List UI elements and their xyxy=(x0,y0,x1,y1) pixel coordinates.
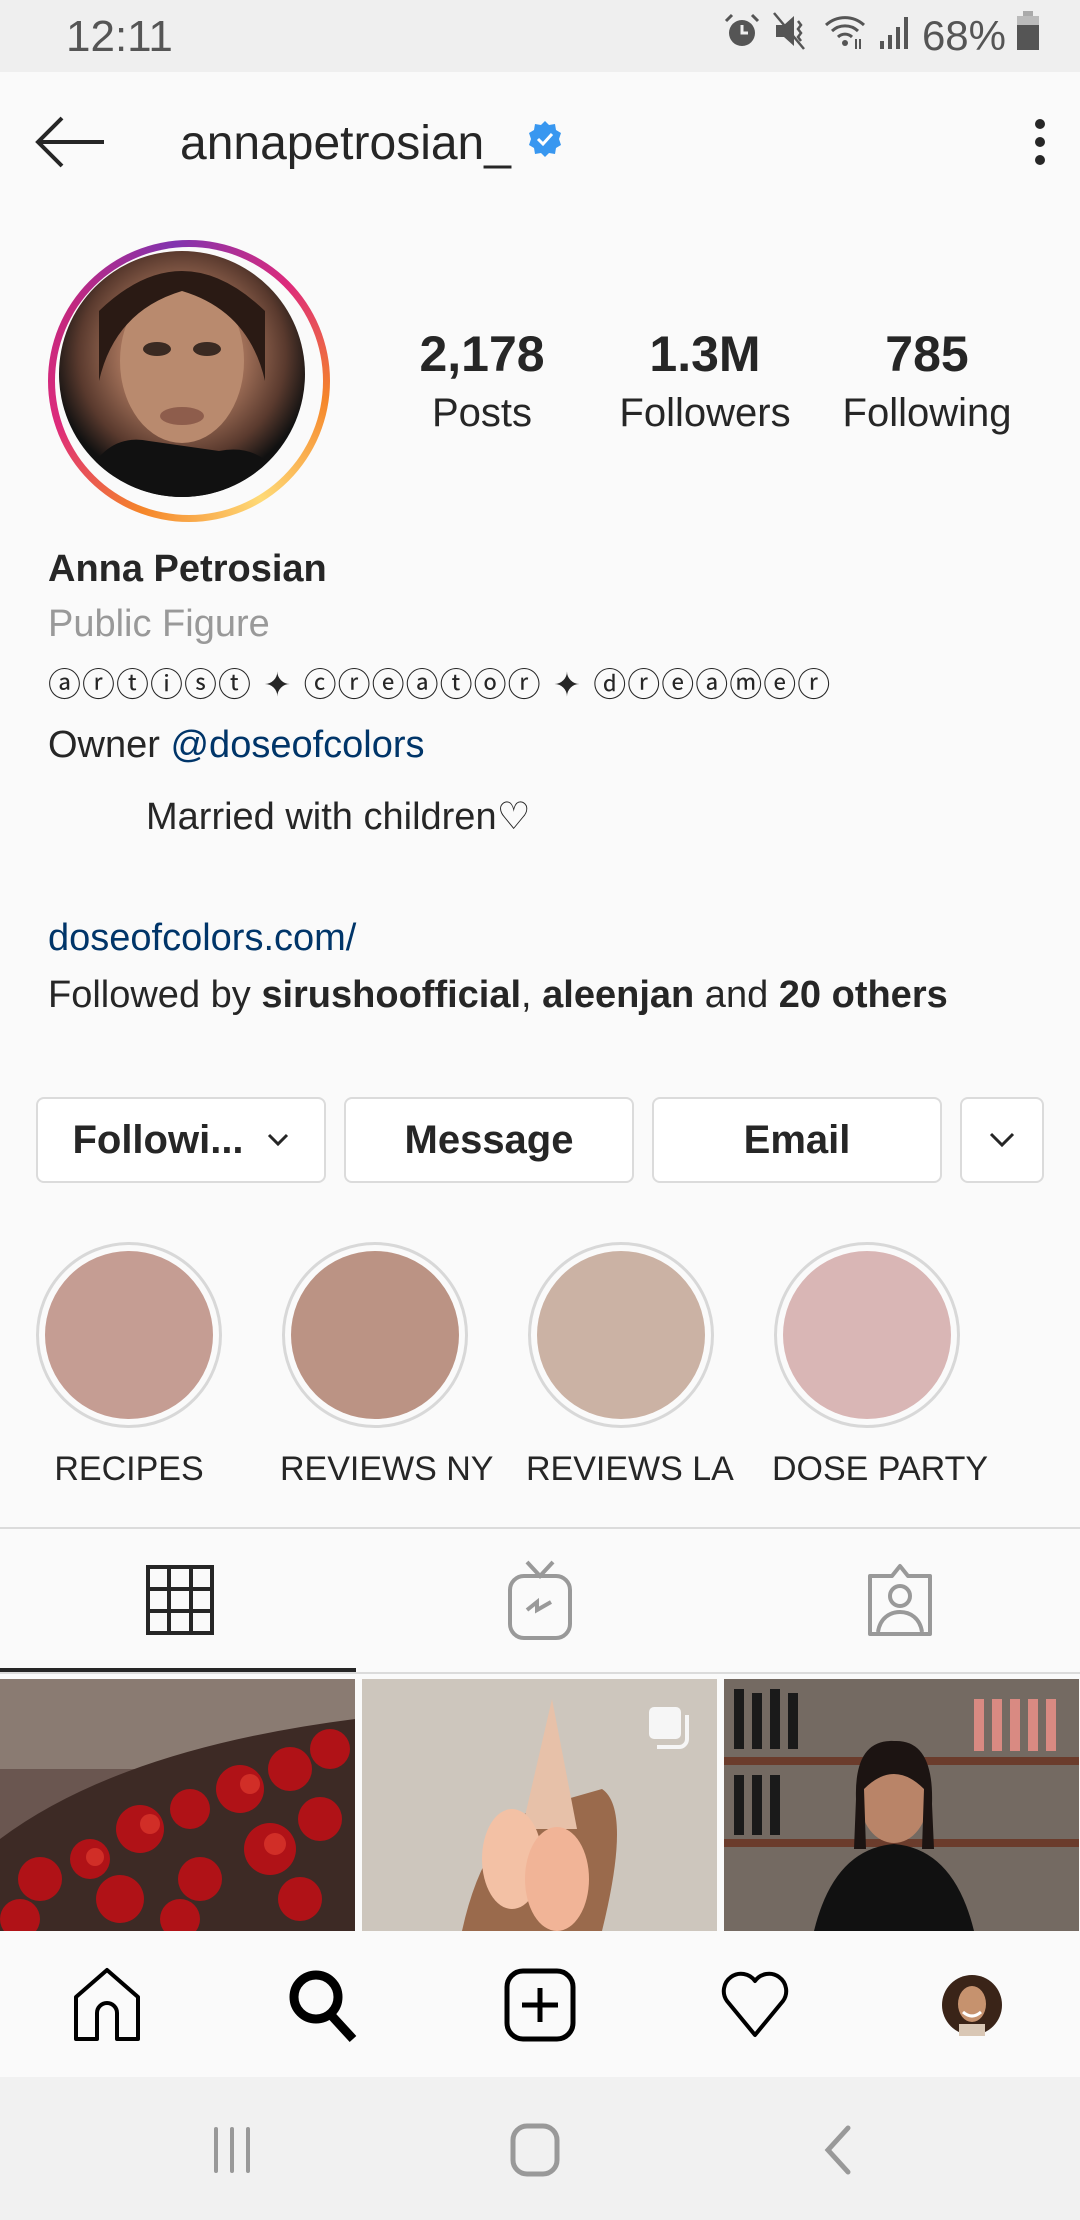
nav-search[interactable] xyxy=(283,1965,363,2045)
profile-avatar-story-ring[interactable] xyxy=(48,240,330,522)
back-arrow-icon xyxy=(35,116,104,168)
username-text: annapetrosian_ xyxy=(180,117,511,170)
post-thumbnail[interactable] xyxy=(0,1679,355,1931)
battery-icon xyxy=(1016,11,1040,61)
search-icon xyxy=(289,1970,357,2043)
followed-by[interactable]: Followed by sirushoofficial, aleenjan an… xyxy=(48,974,948,1017)
back-icon xyxy=(824,2125,851,2175)
recents-button[interactable] xyxy=(198,2120,268,2180)
message-button[interactable]: Message xyxy=(344,1097,634,1183)
email-button[interactable]: Email xyxy=(652,1097,942,1183)
profile-name: Anna Petrosian xyxy=(48,548,327,590)
clock: 12:11 xyxy=(66,12,173,61)
followed-by-others: 20 others xyxy=(778,974,948,1016)
mute-icon xyxy=(772,11,812,61)
followers-count[interactable]: 1.3M Followers xyxy=(615,325,795,436)
followed-by-user: aleenjan xyxy=(542,974,695,1016)
highlight-cover xyxy=(45,1251,213,1419)
post-thumbnail[interactable] xyxy=(362,1679,717,1931)
multiple-photos-icon xyxy=(649,1707,689,1749)
mention-link[interactable]: @doseofcolors xyxy=(170,724,424,766)
profile-avatar xyxy=(942,1975,1002,2036)
story-highlight[interactable]: REVIEWS LA xyxy=(526,1242,734,1489)
highlight-cover xyxy=(783,1251,951,1419)
igtv-icon xyxy=(508,1560,572,1640)
wifi-icon xyxy=(822,11,868,61)
chevron-down-icon xyxy=(989,1132,1015,1148)
website-link[interactable]: doseofcolors.com/ xyxy=(48,917,356,960)
profile-username: annapetrosian_ xyxy=(180,116,565,171)
profile-avatar xyxy=(59,251,305,497)
battery-percent: 68% xyxy=(921,12,1006,59)
more-options-button[interactable] xyxy=(1020,112,1060,172)
story-highlight[interactable]: RECIPES xyxy=(34,1242,224,1489)
followed-by-user: sirushoofficial xyxy=(261,974,522,1016)
tab-grid[interactable] xyxy=(0,1530,360,1670)
story-highlight[interactable]: DOSE PARTY xyxy=(772,1242,988,1489)
following-count[interactable]: 785 Following xyxy=(837,325,1017,436)
more-vertical-icon xyxy=(1035,119,1045,165)
recents-icon xyxy=(214,2127,250,2173)
nav-home[interactable] xyxy=(67,1965,147,2045)
highlight-cover xyxy=(291,1251,459,1419)
back-button[interactable] xyxy=(32,112,112,172)
profile-category: Public Figure xyxy=(48,603,270,645)
signal-icon xyxy=(878,11,912,61)
bio-owner-line: Owner @doseofcolors xyxy=(48,724,425,766)
alarm-icon xyxy=(722,11,762,61)
suggested-accounts-button[interactable] xyxy=(960,1097,1044,1183)
tab-igtv[interactable] xyxy=(360,1530,720,1670)
following-button[interactable]: Followi... xyxy=(36,1097,326,1183)
nav-activity[interactable] xyxy=(715,1965,795,2045)
verified-badge-icon xyxy=(525,116,565,171)
posts-count: 2,178 Posts xyxy=(419,326,545,435)
bio-tagline: ⓐⓡⓣⓘⓢⓣ ✦ ⓒⓡⓔⓐⓣⓞⓡ ✦ ⓓⓡⓔⓐⓜⓔⓡ xyxy=(48,665,832,704)
home-icon xyxy=(74,1968,140,2041)
add-post-icon xyxy=(504,1968,576,2042)
chevron-down-icon xyxy=(267,1133,288,1147)
status-icons: 68% xyxy=(722,11,1040,61)
divider xyxy=(0,1527,1080,1529)
tagged-icon xyxy=(868,1564,932,1636)
divider xyxy=(0,1672,1080,1674)
home-button-icon xyxy=(510,2123,560,2177)
status-bar: 12:11 68% xyxy=(0,0,1080,72)
nav-add-post[interactable] xyxy=(500,1965,580,2045)
story-highlight[interactable]: REVIEWS NY xyxy=(280,1242,493,1489)
nav-profile[interactable] xyxy=(932,1965,1012,2045)
highlight-cover xyxy=(537,1251,705,1419)
tab-tagged[interactable] xyxy=(720,1530,1080,1670)
activity-heart-icon xyxy=(721,1971,789,2037)
bio-line: Married with children♡ xyxy=(146,796,531,838)
post-thumbnail[interactable] xyxy=(724,1679,1079,1931)
grid-icon xyxy=(146,1565,214,1635)
home-button[interactable] xyxy=(500,2120,570,2180)
system-back-button[interactable] xyxy=(803,2120,873,2180)
